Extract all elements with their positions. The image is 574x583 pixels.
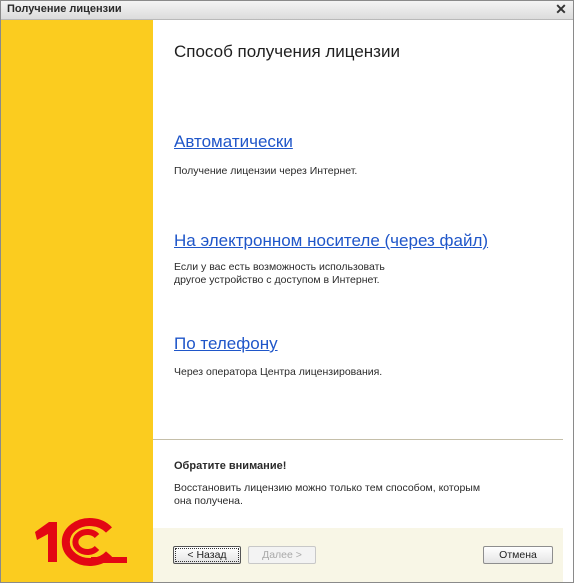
license-dialog: Получение лицензии ✕ Способ получения ли… xyxy=(0,0,574,583)
options-panel: Способ получения лицензии Автоматически … xyxy=(153,20,563,440)
option-file-description: Если у вас есть возможность использовать… xyxy=(174,261,385,286)
button-bar: < Назад Далее > Отмена xyxy=(153,528,563,582)
page-title: Способ получения лицензии xyxy=(174,42,400,61)
option-automatic-description: Получение лицензии через Интернет. xyxy=(174,165,358,177)
option-phone-description: Через оператора Центра лицензирования. xyxy=(174,366,383,378)
window-title: Получение лицензии xyxy=(7,3,122,15)
notice-panel: Обратите внимание! Восстановить лицензию… xyxy=(153,440,563,528)
notice-title: Обратите внимание! xyxy=(174,460,287,472)
option-phone-link[interactable]: По телефону xyxy=(174,334,278,354)
option-file-link[interactable]: На электронном носителе (через файл) xyxy=(174,231,488,251)
1c-logo xyxy=(35,518,127,566)
option-automatic-link[interactable]: Автоматически xyxy=(174,132,293,152)
back-button[interactable]: < Назад xyxy=(173,546,241,564)
title-bar: Получение лицензии ✕ xyxy=(1,1,573,20)
close-icon[interactable]: ✕ xyxy=(554,1,568,18)
side-panel xyxy=(1,20,153,582)
next-button[interactable]: Далее > xyxy=(248,546,316,564)
cancel-button[interactable]: Отмена xyxy=(483,546,553,564)
notice-text: Восстановить лицензию можно только тем с… xyxy=(174,482,481,507)
